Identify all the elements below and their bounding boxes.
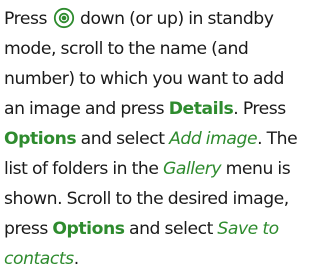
text-line-8: press Options and select Save to <box>4 214 332 244</box>
text-fragment: an image and press <box>4 99 169 119</box>
text-line-6: list of folders in the Gallery menu is <box>4 154 332 184</box>
options-keyword: Options <box>4 129 77 149</box>
add-image-menu-item: Add image <box>169 129 258 149</box>
instruction-paragraph: Press down (or up) in standby mode, scro… <box>4 4 332 274</box>
options-keyword: Options <box>52 219 125 239</box>
text-fragment: menu is <box>221 159 291 179</box>
text-line-4: an image and press Details. Press <box>4 94 332 124</box>
gallery-menu-name: Gallery <box>163 159 222 179</box>
text-fragment: . <box>73 249 79 269</box>
save-to-contacts-menu-item-cont: contacts <box>4 249 74 269</box>
details-keyword: Details <box>168 99 234 119</box>
text-fragment: and select <box>124 219 218 239</box>
text-fragment: . Press <box>233 99 286 119</box>
text-fragment: list of folders in the <box>4 159 163 179</box>
text-fragment: down (or up) in standby <box>75 9 274 29</box>
text-line-1: Press down (or up) in standby <box>4 4 332 34</box>
text-line-7: shown. Scroll to the desired image, <box>4 189 289 209</box>
text-fragment: and select <box>76 129 170 149</box>
manual-page: Press down (or up) in standby mode, scro… <box>4 4 332 274</box>
text-line-3: number) to which you want to add <box>4 69 284 89</box>
text-line-2: mode, scroll to the name (and <box>4 39 249 59</box>
save-to-contacts-menu-item: Save to <box>217 219 279 239</box>
scroll-key-icon <box>53 7 75 29</box>
text-fragment: press <box>4 219 53 239</box>
text-fragment: . The <box>257 129 298 149</box>
text-line-9: contacts. <box>4 244 332 274</box>
text-fragment: Press <box>4 9 52 29</box>
text-line-5: Options and select Add image. The <box>4 124 332 154</box>
